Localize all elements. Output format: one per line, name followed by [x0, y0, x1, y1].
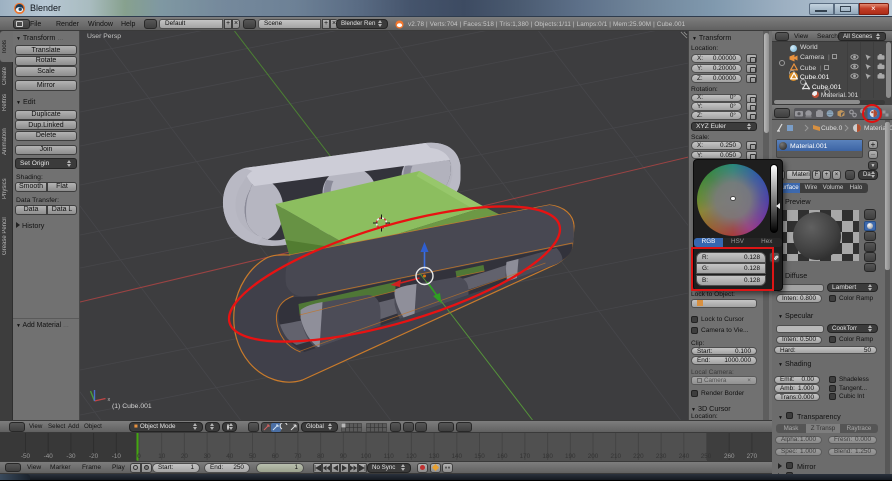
svg-text:190: 190	[565, 453, 576, 460]
svg-text:20: 20	[181, 453, 189, 460]
svg-text:30: 30	[204, 453, 212, 460]
svg-text:210: 210	[610, 453, 621, 460]
svg-text:60: 60	[272, 453, 280, 460]
svg-text:130: 130	[429, 453, 440, 460]
svg-text:-10: -10	[112, 453, 122, 460]
svg-text:40: 40	[226, 453, 234, 460]
svg-text:100: 100	[361, 453, 372, 460]
svg-text:200: 200	[588, 453, 599, 460]
svg-text:90: 90	[340, 453, 348, 460]
svg-text:0: 0	[137, 453, 141, 460]
svg-text:-20: -20	[89, 453, 99, 460]
svg-text:180: 180	[542, 453, 553, 460]
svg-text:240: 240	[679, 453, 690, 460]
svg-text:250: 250	[701, 453, 712, 460]
svg-text:80: 80	[317, 453, 325, 460]
svg-text:-30: -30	[66, 453, 76, 460]
svg-text:70: 70	[294, 453, 302, 460]
svg-text:120: 120	[406, 453, 417, 460]
svg-text:260: 260	[724, 453, 735, 460]
svg-text:x: x	[107, 397, 110, 403]
svg-text:220: 220	[633, 453, 644, 460]
svg-text:50: 50	[249, 453, 257, 460]
svg-text:10: 10	[158, 453, 166, 460]
svg-text:170: 170	[520, 453, 531, 460]
svg-text:230: 230	[656, 453, 667, 460]
svg-text:140: 140	[452, 453, 463, 460]
svg-text:160: 160	[497, 453, 508, 460]
svg-text:270: 270	[747, 453, 758, 460]
svg-text:150: 150	[474, 453, 485, 460]
svg-text:-40: -40	[44, 453, 54, 460]
svg-text:110: 110	[384, 453, 395, 460]
svg-text:-50: -50	[21, 453, 31, 460]
